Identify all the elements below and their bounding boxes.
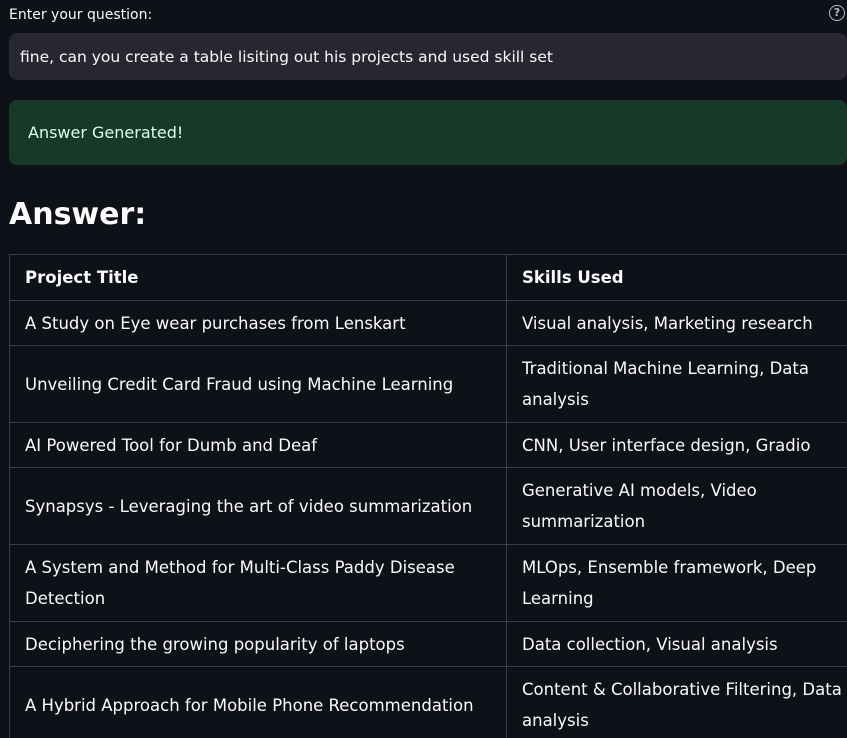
- question-label-row: Enter your question: ?: [9, 4, 847, 26]
- table-header-cell: Project Title: [9, 254, 507, 301]
- table-row: AI Powered Tool for Dumb and Deaf CNN, U…: [9, 422, 847, 468]
- skills-used-cell: Content & Collaborative Filtering, Data …: [506, 666, 847, 738]
- table-row: Synapsys - Leveraging the art of video s…: [9, 467, 847, 545]
- success-alert: Answer Generated!: [9, 100, 847, 165]
- app-page: Enter your question: ? Answer Generated!…: [0, 0, 847, 738]
- table-row: A Hybrid Approach for Mobile Phone Recom…: [9, 666, 847, 738]
- skills-used-cell: Generative AI models, Video summarizatio…: [506, 467, 847, 545]
- table-row: Deciphering the growing popularity of la…: [9, 621, 847, 667]
- project-title-cell: AI Powered Tool for Dumb and Deaf: [9, 422, 507, 468]
- project-title-cell: Deciphering the growing popularity of la…: [9, 621, 507, 667]
- table-row: A Study on Eye wear purchases from Lensk…: [9, 300, 847, 346]
- project-title-cell: A System and Method for Multi-Class Padd…: [9, 544, 507, 622]
- success-alert-text: Answer Generated!: [28, 123, 184, 142]
- table-row: A System and Method for Multi-Class Padd…: [9, 544, 847, 622]
- table-header-cell: Skills Used: [506, 254, 847, 301]
- skills-used-cell: CNN, User interface design, Gradio: [506, 422, 847, 468]
- project-title-cell: Unveiling Credit Card Fraud using Machin…: [9, 345, 507, 423]
- project-title-cell: A Hybrid Approach for Mobile Phone Recom…: [9, 666, 507, 738]
- skills-used-cell: MLOps, Ensemble framework, Deep Learning: [506, 544, 847, 622]
- question-label: Enter your question:: [9, 7, 153, 23]
- skills-used-cell: Traditional Machine Learning, Data analy…: [506, 345, 847, 423]
- skills-used-cell: Data collection, Visual analysis: [506, 621, 847, 667]
- project-title-cell: Synapsys - Leveraging the art of video s…: [9, 467, 507, 545]
- question-circle-icon[interactable]: ?: [829, 5, 845, 21]
- skills-used-cell: Visual analysis, Marketing research: [506, 300, 847, 346]
- projects-table: Project Title Skills Used A Study on Eye…: [9, 254, 847, 738]
- project-title-cell: A Study on Eye wear purchases from Lensk…: [9, 300, 507, 346]
- table-header-row: Project Title Skills Used: [9, 254, 847, 301]
- table-row: Unveiling Credit Card Fraud using Machin…: [9, 345, 847, 423]
- answer-heading: Answer:: [9, 197, 147, 232]
- question-input[interactable]: [9, 33, 847, 80]
